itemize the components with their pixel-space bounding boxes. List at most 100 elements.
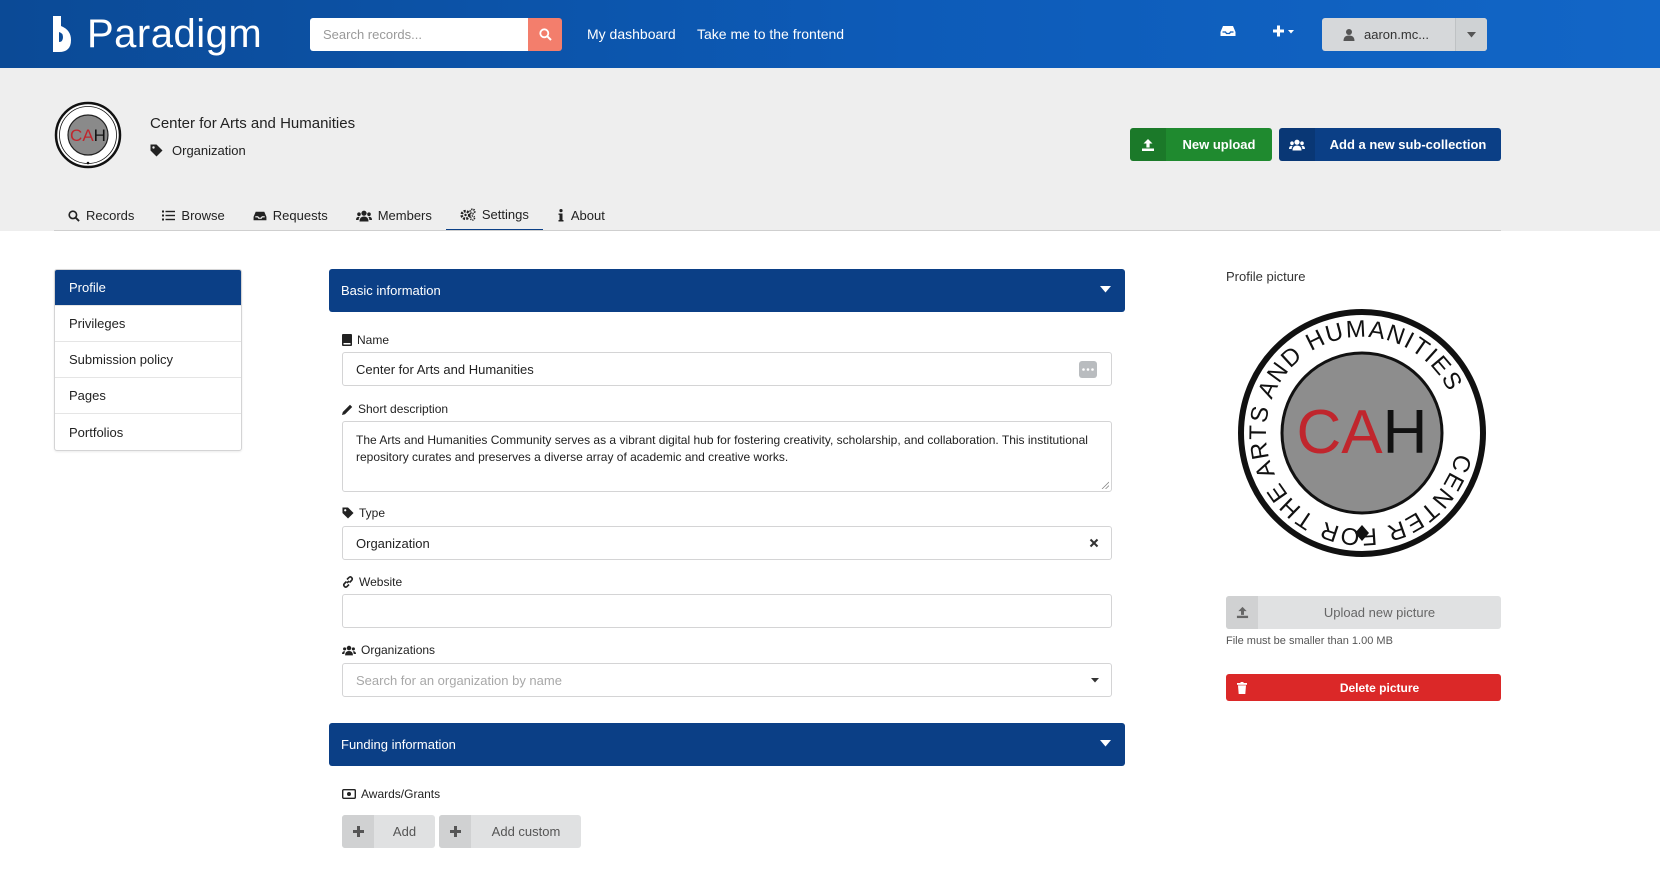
- new-upload-button[interactable]: New upload: [1130, 128, 1272, 161]
- tab-label: Requests: [272, 208, 328, 223]
- pencil-icon: [342, 404, 353, 415]
- tab-label: Records: [86, 208, 135, 223]
- inbox-icon: [1220, 26, 1236, 36]
- caret-down-icon: [1100, 286, 1111, 293]
- plus-icon-svg: [449, 826, 461, 837]
- search-button[interactable]: [528, 18, 562, 51]
- short-description-label-text: Short description: [358, 402, 449, 416]
- user-dropdown-toggle[interactable]: [1455, 18, 1487, 51]
- community-type: Organization: [150, 143, 246, 158]
- website-input[interactable]: [342, 594, 1112, 628]
- sidemenu-item-privileges[interactable]: Privileges: [55, 306, 241, 342]
- resize-grip-icon[interactable]: [1101, 481, 1109, 489]
- type-select-value: Organization: [356, 535, 430, 551]
- upload-icon: [1142, 138, 1154, 151]
- basic-information-accordion[interactable]: Basic information: [329, 269, 1125, 312]
- awards-grants-label: Awards/Grants: [342, 787, 440, 801]
- sidemenu-item-portfolios[interactable]: Portfolios: [55, 414, 241, 450]
- link-icon: [342, 576, 354, 588]
- tab-browse[interactable]: Browse: [148, 200, 238, 231]
- organizations-search-dropdown[interactable]: Search for an organization by name: [342, 663, 1112, 697]
- search-icon: [68, 209, 80, 222]
- short-description-label: Short description: [342, 402, 448, 416]
- delete-picture-label: Delete picture: [1339, 680, 1420, 695]
- create-menu-button[interactable]: [1272, 24, 1296, 41]
- search-input[interactable]: Search records...: [310, 18, 528, 51]
- caret-down-icon: [1100, 740, 1111, 747]
- tab-label: About: [570, 208, 605, 223]
- sidemenu-item-submission-policy[interactable]: Submission policy: [55, 342, 241, 378]
- plus-icon: [1273, 25, 1294, 37]
- community-title: Center for Arts and Humanities: [150, 115, 356, 132]
- organizations-field-label: Organizations: [342, 643, 435, 657]
- name-input-value: Center for Arts and Humanities: [356, 361, 534, 377]
- app-logo[interactable]: Paradigm: [53, 12, 262, 56]
- cogs-icon: [460, 208, 476, 221]
- username-label: aaron.mc...: [1364, 27, 1430, 42]
- settings-sidemenu: Profile Privileges Submission policy Pag…: [54, 269, 242, 451]
- user-main-area: aaron.mc...: [1322, 18, 1455, 51]
- inbox-button[interactable]: [1220, 24, 1236, 41]
- awards-grants-label-text: Awards/Grants: [361, 787, 441, 801]
- ellipsis-icon: [1082, 368, 1094, 371]
- sidemenu-item-profile[interactable]: Profile: [55, 270, 241, 306]
- organizations-label-text: Organizations: [361, 643, 436, 657]
- users-icon: [1289, 139, 1305, 150]
- top-navbar: Paradigm Search records... My dashboard …: [0, 0, 1660, 68]
- app-name: Paradigm: [87, 11, 263, 56]
- name-label-text: Name: [357, 333, 390, 347]
- community-type-label: Organization: [172, 143, 246, 158]
- name-input[interactable]: Center for Arts and Humanities: [342, 352, 1112, 386]
- organizations-placeholder: Search for an organization by name: [356, 672, 562, 688]
- logo-monogram: CAH: [1297, 398, 1428, 467]
- upload-new-picture-button[interactable]: Upload new picture: [1226, 596, 1501, 629]
- upload-icon-cell: [1226, 596, 1258, 629]
- profile-picture-image: CENTER FOR THE ARTS AND HUMANITIES CAH: [1238, 309, 1486, 557]
- money-bill-icon: [342, 789, 356, 799]
- search-icon: [538, 28, 552, 41]
- my-dashboard-link[interactable]: My dashboard: [587, 26, 676, 42]
- name-field-label: Name: [342, 333, 389, 347]
- book-icon: [342, 334, 352, 346]
- tab-members[interactable]: Members: [342, 200, 446, 231]
- search-bar: Search records...: [310, 18, 562, 51]
- add-award-label: Add: [392, 824, 417, 839]
- frontend-link[interactable]: Take me to the frontend: [697, 26, 844, 42]
- tab-settings[interactable]: Settings: [445, 200, 543, 231]
- translations-button[interactable]: [1079, 361, 1097, 378]
- svg-text:CAH: CAH: [70, 126, 106, 145]
- clear-icon[interactable]: [1089, 538, 1099, 548]
- tab-about[interactable]: About: [543, 200, 619, 231]
- type-label-text: Type: [359, 506, 386, 520]
- add-custom-award-button[interactable]: Add custom: [439, 815, 581, 848]
- new-upload-label: New upload: [1182, 137, 1256, 152]
- caret-down-icon: [1467, 31, 1476, 37]
- add-subcollection-button[interactable]: Add a new sub-collection: [1279, 128, 1501, 161]
- community-logo: CAH: [54, 101, 122, 169]
- add-award-button[interactable]: Add: [342, 815, 435, 848]
- accordion-title: Funding information: [341, 737, 456, 752]
- sidemenu-item-pages[interactable]: Pages: [55, 378, 241, 414]
- user-menu-button[interactable]: aaron.mc...: [1322, 18, 1487, 51]
- file-size-hint: File must be smaller than 1.00 MB: [1226, 635, 1393, 647]
- tag-icon: [342, 507, 354, 519]
- trash-icon-cell: [1226, 674, 1258, 701]
- tab-label: Settings: [481, 207, 529, 222]
- website-label-text: Website: [359, 575, 403, 589]
- info-icon: [558, 209, 564, 222]
- profile-picture-label: Profile picture: [1226, 269, 1306, 284]
- tab-label: Members: [377, 208, 432, 223]
- short-description-textarea[interactable]: The Arts and Humanities Community serves…: [342, 421, 1112, 492]
- type-select[interactable]: Organization: [342, 526, 1112, 560]
- list-icon: [162, 210, 176, 221]
- tab-requests[interactable]: Requests: [239, 200, 342, 231]
- tabs-divider: [54, 230, 1501, 231]
- accordion-title: Basic information: [341, 283, 441, 298]
- funding-information-accordion[interactable]: Funding information: [329, 723, 1125, 766]
- tab-records[interactable]: Records: [54, 200, 148, 231]
- delete-picture-button[interactable]: Delete picture: [1226, 674, 1501, 701]
- short-description-value: The Arts and Humanities Community serves…: [356, 433, 1088, 464]
- upload-new-picture-label: Upload new picture: [1323, 605, 1436, 620]
- paradigm-logo-icon: [53, 16, 71, 52]
- add-subcollection-icon-cell: [1279, 128, 1315, 161]
